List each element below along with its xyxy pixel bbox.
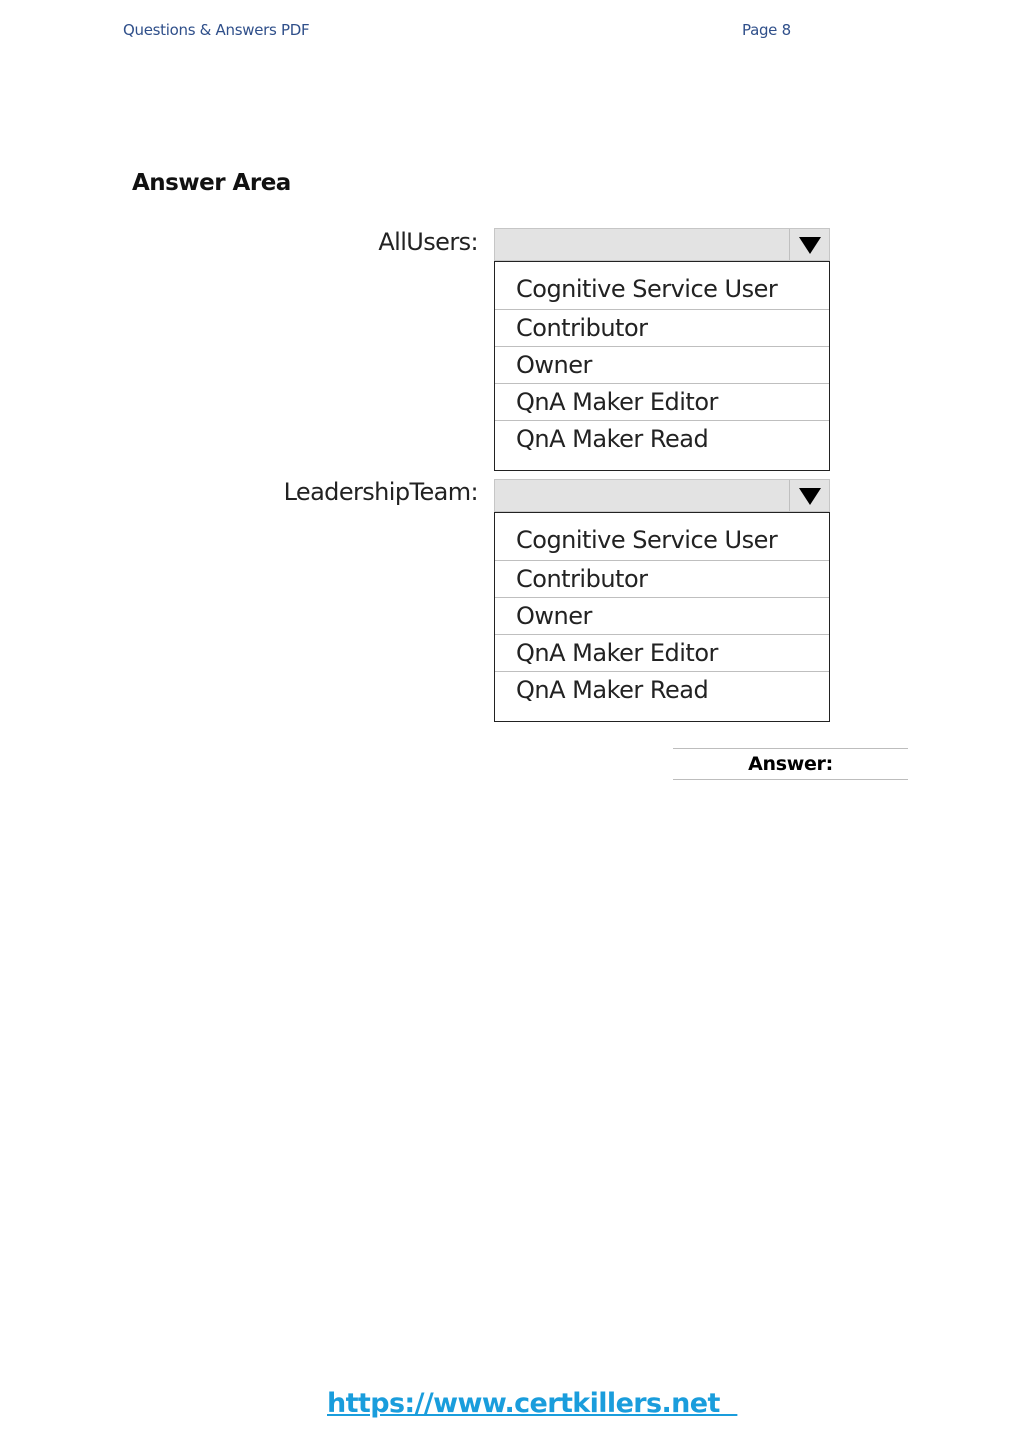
option-owner[interactable]: Owner xyxy=(495,598,829,635)
allusers-label: AllUsers: xyxy=(378,228,478,256)
option-contributor[interactable]: Contributor xyxy=(495,561,829,598)
leadershipteam-options-list: Cognitive Service User Contributor Owner… xyxy=(494,512,830,722)
header-title: Questions & Answers PDF xyxy=(123,21,310,39)
option-qna-maker-editor[interactable]: QnA Maker Editor xyxy=(495,635,829,672)
answer-divider-bottom xyxy=(673,779,908,780)
option-qna-maker-read[interactable]: QnA Maker Read xyxy=(495,672,829,709)
footer-website-link[interactable]: https://www.certkillers.net xyxy=(327,1388,737,1419)
allusers-dropdown: Cognitive Service User Contributor Owner… xyxy=(494,228,830,471)
leadershipteam-dropdown-button[interactable] xyxy=(789,480,829,511)
answer-label: Answer: xyxy=(748,753,833,775)
option-qna-maker-read[interactable]: QnA Maker Read xyxy=(495,421,829,458)
answer-divider-top xyxy=(673,748,908,749)
option-qna-maker-editor[interactable]: QnA Maker Editor xyxy=(495,384,829,421)
option-owner[interactable]: Owner xyxy=(495,347,829,384)
dropdown-arrow-icon xyxy=(798,237,821,254)
page-number: Page 8 xyxy=(742,21,791,39)
option-cognitive-service-user[interactable]: Cognitive Service User xyxy=(495,274,829,310)
allusers-options-list: Cognitive Service User Contributor Owner… xyxy=(494,261,830,471)
dropdown-arrow-icon xyxy=(798,488,821,505)
allusers-dropdown-button[interactable] xyxy=(789,229,829,260)
allusers-select[interactable] xyxy=(494,228,830,261)
answer-area-title: Answer Area xyxy=(132,170,291,196)
leadershipteam-select[interactable] xyxy=(494,479,830,512)
option-cognitive-service-user[interactable]: Cognitive Service User xyxy=(495,525,829,561)
leadershipteam-dropdown: Cognitive Service User Contributor Owner… xyxy=(494,479,830,722)
option-contributor[interactable]: Contributor xyxy=(495,310,829,347)
leadershipteam-label: LeadershipTeam: xyxy=(283,478,479,506)
